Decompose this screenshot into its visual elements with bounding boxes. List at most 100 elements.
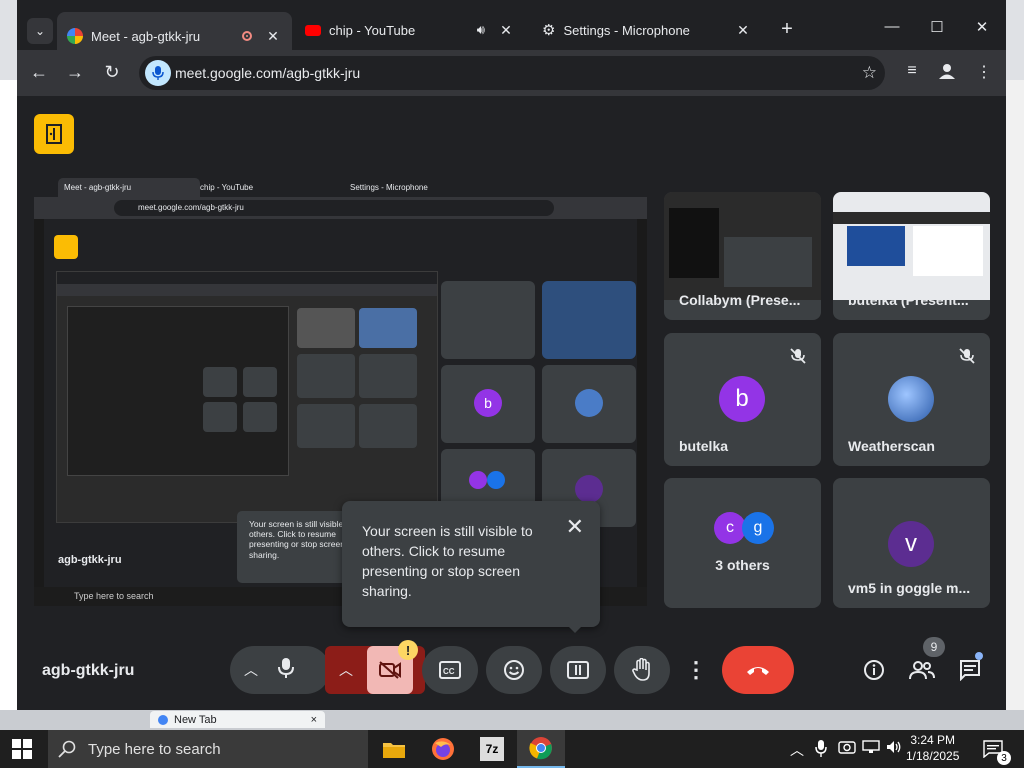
presented-tile-weatherscan (542, 365, 636, 443)
camera-off-icon (379, 661, 401, 679)
captions-button[interactable]: CC (422, 646, 478, 694)
participant-name: butelka (Present... (848, 292, 969, 308)
tab-title: Meet - agb-gtkk-jru (91, 28, 201, 44)
firefox-icon[interactable] (419, 730, 467, 768)
background-scrollbar (1006, 80, 1024, 720)
close-icon[interactable]: ✕ (497, 22, 515, 39)
microphone-icon[interactable] (278, 657, 294, 684)
participant-name: vm5 in goggle m... (848, 580, 971, 596)
tray-chevron-up-icon[interactable]: ︿ (790, 740, 804, 760)
info-icon (864, 660, 884, 680)
meet-door-icon[interactable] (34, 114, 74, 154)
participant-name: Collabym (Prese... (679, 292, 801, 308)
presented-tab-title: chip - YouTube (200, 183, 254, 192)
tray-camera-icon[interactable] (838, 740, 856, 757)
participant-tile-others[interactable]: c g 3 others (664, 478, 821, 608)
7zip-icon[interactable]: 7z (468, 730, 516, 768)
chrome-icon (158, 714, 168, 725)
participant-tile-vm5[interactable]: v vm5 in goggle m... (833, 478, 990, 608)
participant-tile-butelka[interactable]: b butelka (664, 333, 821, 466)
present-button[interactable] (550, 646, 606, 694)
presented-meet-logo (54, 235, 78, 259)
close-icon[interactable]: ✕ (264, 28, 282, 45)
background-new-tab[interactable]: New Tab × (150, 711, 325, 728)
presented-tab-settings: Settings - Microphone (344, 178, 486, 197)
close-window-button[interactable]: ✕ (967, 18, 997, 36)
back-button[interactable]: ← (27, 62, 51, 83)
taskbar-search-box[interactable]: Type here to search (48, 730, 368, 768)
new-tab-button[interactable]: + (775, 18, 799, 41)
microphone-icon[interactable] (145, 60, 171, 86)
tab-title: chip - YouTube (329, 22, 416, 38)
chevron-up-icon[interactable]: ︿ (240, 660, 262, 680)
people-button[interactable] (908, 656, 936, 684)
close-icon[interactable]: × (311, 714, 317, 726)
tab-search-button[interactable]: ⌄ (27, 18, 53, 44)
reload-button[interactable]: ↻ (100, 62, 124, 83)
bookmark-star-icon[interactable]: ☆ (862, 63, 877, 83)
minimize-button[interactable]: — (877, 18, 907, 35)
chat-button[interactable] (956, 656, 984, 684)
tab-youtube[interactable]: chip - YouTube 🔊︎ ✕ (295, 12, 525, 48)
presented-toolbar: meet.google.com/agb-gtkk-jru (34, 197, 647, 219)
clock-time: 3:24 PM (910, 733, 956, 747)
shared-screen-thumbnail (833, 192, 990, 300)
media-control-icon[interactable]: ≡ (900, 62, 924, 80)
file-explorer-icon[interactable] (370, 730, 418, 768)
participant-name: Weatherscan (848, 438, 935, 454)
present-screen-icon (567, 661, 589, 679)
meet-page: Meet - agb-gtkk-jru chip - YouTube Setti… (17, 96, 1006, 710)
participant-name: butelka (679, 438, 729, 454)
toast-text: Your screen is still visible to others. … (362, 523, 533, 599)
youtube-icon (305, 24, 321, 36)
browser-toolbar: ← → ↻ meet.google.com/agb-gtkk-jru ☆ ≡ ⋮ (17, 50, 1006, 96)
tab-settings[interactable]: ⚙ Settings - Microphone ✕ (532, 12, 762, 48)
tray-microphone-icon[interactable] (815, 740, 827, 761)
close-icon[interactable]: ✕ (566, 516, 584, 538)
forward-button[interactable]: → (63, 62, 87, 83)
nested-deep-share (67, 306, 289, 476)
leave-call-button[interactable] (722, 646, 794, 694)
raise-hand-button[interactable] (614, 646, 670, 694)
meet-favicon-icon (67, 28, 83, 44)
profile-icon[interactable] (935, 62, 959, 85)
participant-tile-butelka-presenting[interactable]: butelka (Present... (833, 192, 990, 320)
chrome-icon[interactable] (517, 730, 565, 768)
participant-tile-collabym[interactable]: Collabym (Prese... (664, 192, 821, 320)
presented-tile-butelka: b (441, 365, 535, 443)
meeting-info-button[interactable] (860, 656, 888, 684)
mic-off-icon (790, 348, 806, 364)
audio-options-button[interactable]: ︿ (230, 646, 330, 694)
participant-tile-weatherscan[interactable]: Weatherscan (833, 333, 990, 466)
meeting-code: agb-gtkk-jru (42, 662, 135, 679)
reactions-button[interactable] (486, 646, 542, 694)
nested-screen-share (56, 271, 438, 523)
participant-name: 3 others (715, 557, 770, 573)
maximize-button[interactable]: ☐ (922, 18, 952, 36)
svg-text:CC: CC (443, 667, 455, 676)
speaker-icon[interactable]: 🔊︎ (477, 22, 485, 38)
chat-icon (960, 660, 980, 681)
windows-taskbar: Type here to search 7z ︿ 3:24 PM 1/18/20… (0, 730, 1024, 768)
tray-network-icon[interactable] (862, 740, 880, 757)
presented-tab-title: Settings - Microphone (350, 183, 428, 192)
screen-visible-toast[interactable]: Your screen is still visible to others. … (342, 501, 600, 627)
notification-badge: 3 (997, 751, 1011, 765)
avatar: v (888, 521, 934, 567)
background-tab-title: New Tab (174, 713, 217, 726)
taskbar-clock[interactable]: 3:24 PM 1/18/2025 (906, 732, 959, 764)
windows-start-icon[interactable] (12, 739, 32, 759)
desktop-window-edge (0, 80, 18, 710)
tray-volume-icon[interactable] (886, 740, 902, 757)
browser-menu-icon[interactable]: ⋮ (972, 62, 996, 82)
close-icon[interactable]: ✕ (734, 22, 752, 39)
people-count-text: 9 (930, 640, 938, 654)
phone-hangup-icon (747, 667, 769, 675)
browser-window: ⌄ Meet - agb-gtkk-jru ✕ chip - YouTube 🔊… (17, 0, 1006, 710)
chat-notification-dot (975, 652, 983, 660)
search-placeholder: Type here to search (88, 740, 221, 758)
toast-pointer (567, 625, 583, 633)
more-options-button[interactable]: ⋮ (684, 646, 708, 694)
chevron-up-icon[interactable]: ︿ (339, 660, 353, 680)
address-bar[interactable]: meet.google.com/agb-gtkk-jru ☆ (139, 56, 885, 90)
